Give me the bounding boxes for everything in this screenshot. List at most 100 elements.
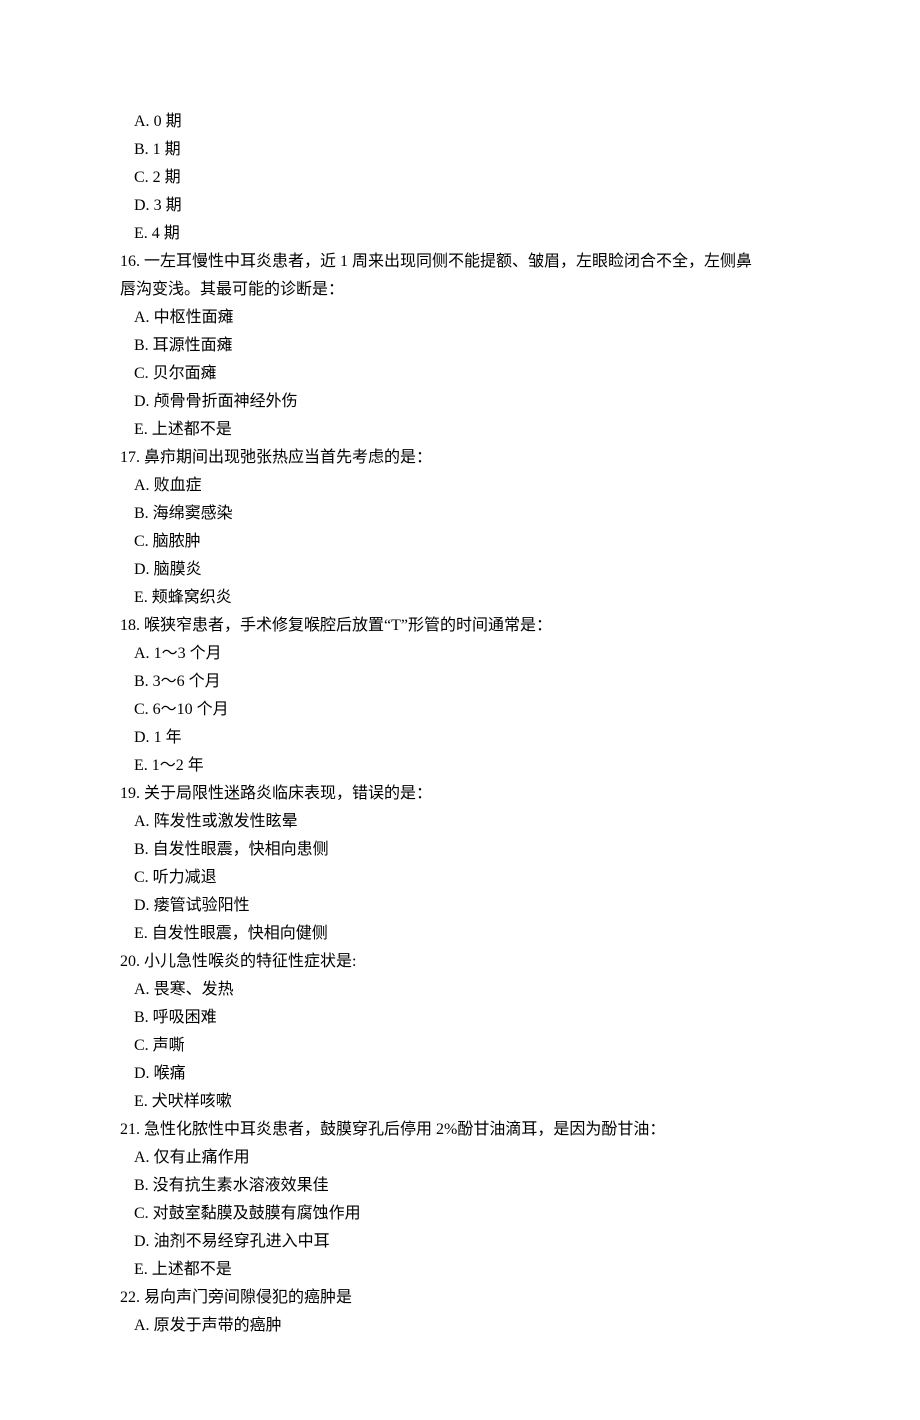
- question-stem-text: 小儿急性喉炎的特征性症状是:: [140, 953, 356, 970]
- question-stem: 18. 喉狭窄患者，手术修复喉腔后放置“T”形管的时间通常是：: [120, 612, 800, 640]
- question-option: B. 自发性眼震，快相向患侧: [120, 836, 800, 864]
- question-option: A. 阵发性或激发性眩晕: [120, 808, 800, 836]
- question-option: D. 喉痛: [120, 1060, 800, 1088]
- question-option: E. 上述都不是: [120, 416, 800, 444]
- option-text: 仅有止痛作用: [150, 1149, 250, 1166]
- option-text: 自发性眼震，快相向健侧: [148, 925, 328, 942]
- option-text: 颊蜂窝织炎: [148, 589, 232, 606]
- option-label: C.: [134, 869, 149, 886]
- option-text: 声嘶: [149, 1037, 185, 1054]
- question-option: D. 3 期: [120, 192, 800, 220]
- option-text: 瘘管试验阳性: [150, 897, 250, 914]
- option-label: C.: [134, 365, 149, 382]
- option-text: 6～10 个月: [149, 701, 229, 718]
- option-text: 油剂不易经穿孔进入中耳: [150, 1233, 330, 1250]
- option-label: D.: [134, 197, 150, 214]
- option-label: A.: [134, 113, 150, 130]
- option-text: 原发于声带的癌肿: [150, 1317, 282, 1334]
- question-stem-text: 关于局限性迷路炎临床表现，错误的是：: [140, 785, 432, 802]
- question-option: E. 犬吠样咳嗽: [120, 1088, 800, 1116]
- option-text: 脑膜炎: [150, 561, 202, 578]
- option-label: E.: [134, 925, 148, 942]
- question-number: 16.: [120, 253, 140, 270]
- question-option: C. 2 期: [120, 164, 800, 192]
- option-text: 耳源性面瘫: [149, 337, 233, 354]
- option-text: 3 期: [150, 197, 182, 214]
- option-label: E.: [134, 589, 148, 606]
- option-label: C.: [134, 169, 149, 186]
- option-label: C.: [134, 701, 149, 718]
- option-label: A.: [134, 813, 150, 830]
- question-option: A. 1～3 个月: [120, 640, 800, 668]
- option-label: B.: [134, 841, 149, 858]
- option-text: 没有抗生素水溶液效果佳: [149, 1177, 329, 1194]
- q15-options-block: A. 0 期B. 1 期C. 2 期D. 3 期E. 4 期: [120, 108, 800, 248]
- question-option: A. 原发于声带的癌肿: [120, 1312, 800, 1340]
- option-label: A.: [134, 1149, 150, 1166]
- question-option: A. 畏寒、发热: [120, 976, 800, 1004]
- option-text: 上述都不是: [148, 421, 232, 438]
- option-text: 海绵窦感染: [149, 505, 233, 522]
- option-label: E.: [134, 421, 148, 438]
- option-label: D.: [134, 1065, 150, 1082]
- question-option: D. 瘘管试验阳性: [120, 892, 800, 920]
- question-option: B. 呼吸困难: [120, 1004, 800, 1032]
- question-option: C. 声嘶: [120, 1032, 800, 1060]
- question-option: E. 1～2 年: [120, 752, 800, 780]
- option-text: 脑脓肿: [149, 533, 201, 550]
- option-text: 1 期: [149, 141, 181, 158]
- option-text: 1～2 年: [148, 757, 204, 774]
- option-text: 对鼓室黏膜及鼓膜有腐蚀作用: [149, 1205, 361, 1222]
- option-text: 颅骨骨折面神经外伤: [150, 393, 298, 410]
- option-label: E.: [134, 1093, 148, 1110]
- question-stem: 19. 关于局限性迷路炎临床表现，错误的是：: [120, 780, 800, 808]
- option-label: C.: [134, 1037, 149, 1054]
- question-option: D. 1 年: [120, 724, 800, 752]
- option-text: 上述都不是: [148, 1261, 232, 1278]
- question-option: B. 1 期: [120, 136, 800, 164]
- question-stem-text: 一左耳慢性中耳炎患者，近 1 周来出现同侧不能提额、皱眉，左眼睑闭合不全，左侧鼻: [140, 253, 752, 270]
- question-number: 21.: [120, 1121, 140, 1138]
- option-text: 畏寒、发热: [150, 981, 234, 998]
- question-option: A. 中枢性面瘫: [120, 304, 800, 332]
- question-number: 17.: [120, 449, 140, 466]
- document-page: A. 0 期B. 1 期C. 2 期D. 3 期E. 4 期 16. 一左耳慢性…: [0, 0, 920, 1420]
- option-text: 贝尔面瘫: [149, 365, 217, 382]
- question-stem: 21. 急性化脓性中耳炎患者，鼓膜穿孔后停用 2%酚甘油滴耳，是因为酚甘油：: [120, 1116, 800, 1144]
- question-option: C. 6～10 个月: [120, 696, 800, 724]
- question-option: B. 耳源性面瘫: [120, 332, 800, 360]
- option-text: 4 期: [148, 225, 180, 242]
- option-label: B.: [134, 505, 149, 522]
- question-stem-cont: 唇沟变浅。其最可能的诊断是：: [120, 276, 800, 304]
- option-label: A.: [134, 645, 150, 662]
- question-option: E. 自发性眼震，快相向健侧: [120, 920, 800, 948]
- question-number: 19.: [120, 785, 140, 802]
- option-label: B.: [134, 1177, 149, 1194]
- question-stem: 20. 小儿急性喉炎的特征性症状是:: [120, 948, 800, 976]
- question-stem: 22. 易向声门旁间隙侵犯的癌肿是: [120, 1284, 800, 1312]
- question-stem-text: 易向声门旁间隙侵犯的癌肿是: [140, 1289, 352, 1306]
- option-label: E.: [134, 757, 148, 774]
- option-label: D.: [134, 561, 150, 578]
- option-label: B.: [134, 337, 149, 354]
- option-label: D.: [134, 393, 150, 410]
- question-option: A. 败血症: [120, 472, 800, 500]
- question-option: E. 4 期: [120, 220, 800, 248]
- question-option: E. 上述都不是: [120, 1256, 800, 1284]
- option-label: E.: [134, 1261, 148, 1278]
- option-text: 喉痛: [150, 1065, 186, 1082]
- question-option: B. 没有抗生素水溶液效果佳: [120, 1172, 800, 1200]
- option-text: 中枢性面瘫: [150, 309, 234, 326]
- question-stem: 16. 一左耳慢性中耳炎患者，近 1 周来出现同侧不能提额、皱眉，左眼睑闭合不全…: [120, 248, 800, 276]
- option-text: 呼吸困难: [149, 1009, 217, 1026]
- option-label: A.: [134, 309, 150, 326]
- option-label: A.: [134, 1317, 150, 1334]
- question-option: A. 仅有止痛作用: [120, 1144, 800, 1172]
- option-label: D.: [134, 897, 150, 914]
- question-option: C. 对鼓室黏膜及鼓膜有腐蚀作用: [120, 1200, 800, 1228]
- question-option: C. 贝尔面瘫: [120, 360, 800, 388]
- question-number: 20.: [120, 953, 140, 970]
- option-label: C.: [134, 1205, 149, 1222]
- option-text: 听力减退: [149, 869, 217, 886]
- question-stem: 17. 鼻疖期间出现弛张热应当首先考虑的是：: [120, 444, 800, 472]
